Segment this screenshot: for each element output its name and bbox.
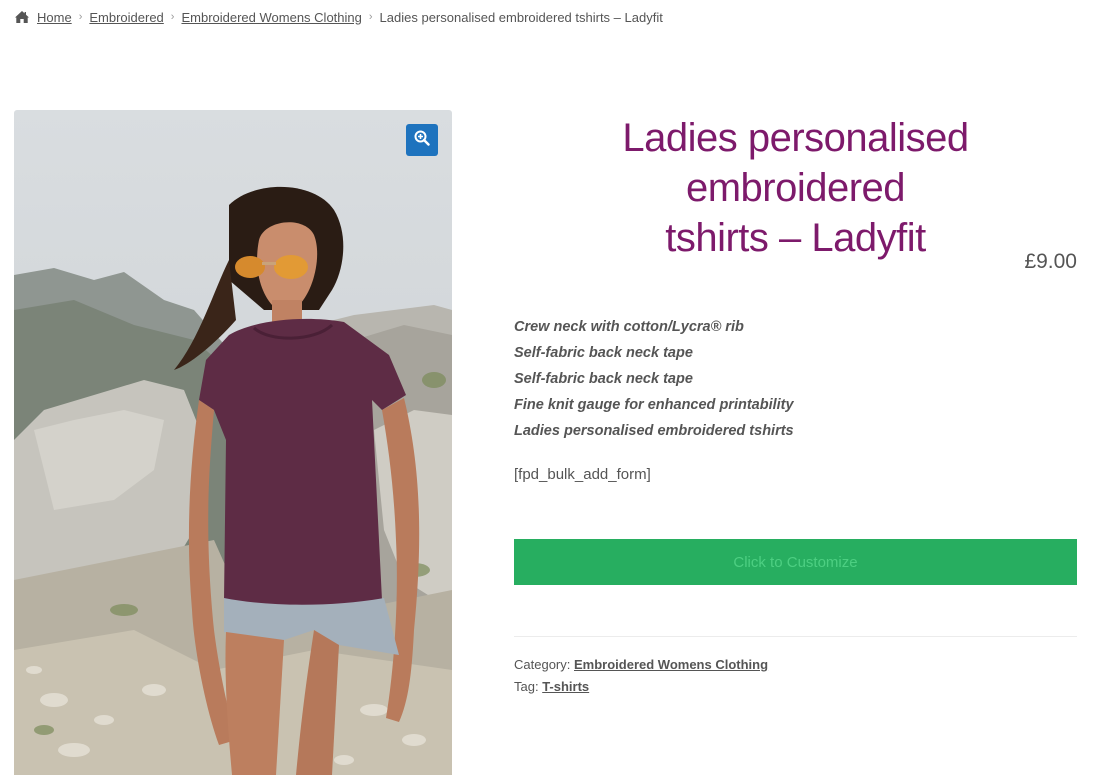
zoom-button[interactable] <box>406 124 438 156</box>
category-link[interactable]: Embroidered Womens Clothing <box>574 657 768 672</box>
breadcrumb-link-womens-clothing[interactable]: Embroidered Womens Clothing <box>181 10 361 25</box>
product-features: Crew neck with cotton/Lycra® rib Self-fa… <box>514 314 1077 444</box>
bulk-add-shortcode: [fpd_bulk_add_form] <box>514 466 651 483</box>
zoom-in-icon <box>414 130 430 151</box>
product-title-line1: Ladies personalised embroidered <box>622 116 969 210</box>
feature-item: Ladies personalised embroidered tshirts <box>514 423 794 439</box>
product-summary: Ladies personalised embroidered tshirts … <box>514 110 1077 694</box>
breadcrumb-separator: › <box>368 11 373 23</box>
breadcrumb: Home › Embroidered › Embroidered Womens … <box>14 8 663 26</box>
product-image[interactable] <box>14 110 452 775</box>
product-price: £9.00 <box>1024 250 1077 273</box>
tag-row: Tag: T-shirts <box>514 676 768 698</box>
product-meta: Category: Embroidered Womens Clothing Ta… <box>514 654 768 698</box>
product-title: Ladies personalised embroidered tshirts … <box>514 110 1077 263</box>
breadcrumb-current: Ladies personalised embroidered tshirts … <box>379 9 663 25</box>
feature-item: Crew neck with cotton/Lycra® rib <box>514 319 744 335</box>
product-gallery <box>14 110 452 775</box>
feature-item: Fine knit gauge for enhanced printabilit… <box>514 397 794 413</box>
customize-button[interactable]: Click to Customize <box>514 539 1077 585</box>
feature-item: Self-fabric back neck tape <box>514 371 693 387</box>
tag-link[interactable]: T-shirts <box>542 679 589 694</box>
breadcrumb-separator: › <box>78 11 83 23</box>
divider <box>514 636 1077 637</box>
category-label: Category: <box>514 657 571 672</box>
breadcrumb-link-embroidered[interactable]: Embroidered <box>89 10 163 25</box>
breadcrumb-link-home[interactable]: Home <box>37 10 72 25</box>
feature-item: Self-fabric back neck tape <box>514 345 693 361</box>
home-icon <box>14 10 30 24</box>
category-row: Category: Embroidered Womens Clothing <box>514 654 768 676</box>
tag-label: Tag: <box>514 679 539 694</box>
breadcrumb-separator: › <box>170 11 175 23</box>
